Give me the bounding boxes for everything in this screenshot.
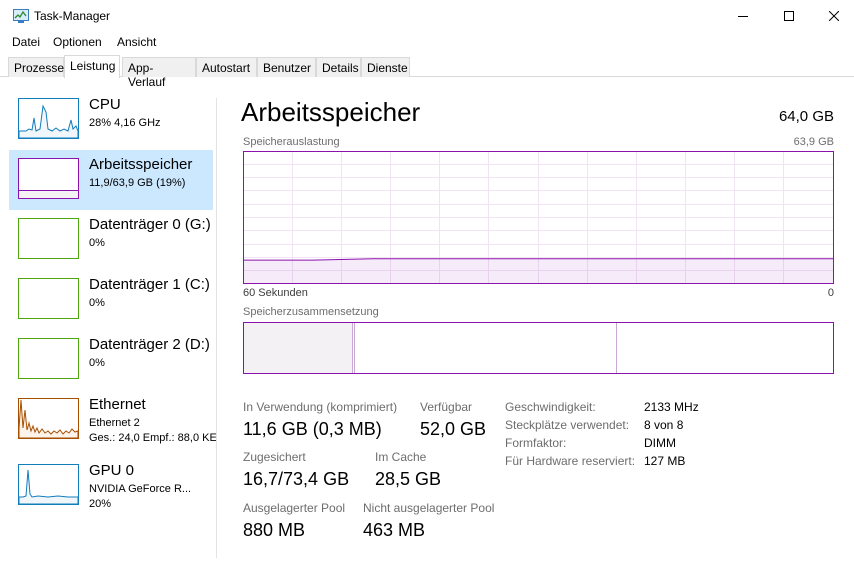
paged-pool-value: 880 MB: [243, 520, 306, 540]
minimize-icon: [738, 16, 748, 17]
sidebar-divider: [216, 98, 217, 558]
sidebar-item-detail: 0%: [89, 237, 105, 249]
sidebar-item-detail-2: 20%: [89, 498, 112, 510]
sidebar-item-detail-2: Ges.: 24,0 Empf.: 88,0 KE: [89, 432, 217, 444]
sidebar: CPU 28% 4,16 GHz Arbeitsspeicher 11,9/63…: [0, 78, 217, 574]
memory-thumbnail: [18, 158, 79, 199]
tab-details[interactable]: Details: [316, 57, 361, 77]
tab-leistung[interactable]: Leistung: [64, 55, 120, 78]
cached-value: 28,5 GB: [375, 469, 442, 489]
graph-time-right: 0: [827, 287, 834, 299]
speed-label: Geschwindigkeit:: [505, 400, 596, 414]
sidebar-item-detail: NVIDIA GeForce R...: [89, 483, 192, 495]
tab-dienste[interactable]: Dienste: [361, 57, 410, 77]
tab-bar: Prozesse Leistung App-Verlauf Autostart …: [0, 55, 854, 89]
tab-benutzer[interactable]: Benutzer: [257, 57, 316, 77]
cached-label: Im Cache: [375, 450, 427, 464]
tab-autostart[interactable]: Autostart: [196, 57, 257, 77]
slots-value: 8 von 8: [644, 418, 684, 432]
close-icon: [829, 11, 839, 21]
sidebar-item-detail: 0%: [89, 357, 105, 369]
sidebar-item-name: Datenträger 0 (G:): [89, 216, 211, 233]
slots-label: Steckplätze verwendet:: [505, 418, 630, 432]
nonpaged-pool-label: Nicht ausgelagerter Pool: [363, 501, 495, 515]
sidebar-item-gpu-0[interactable]: GPU 0 NVIDIA GeForce R... 20%: [9, 456, 213, 516]
sidebar-item-detail: 28% 4,16 GHz: [89, 117, 161, 129]
sidebar-item-arbeitsspeicher[interactable]: Arbeitsspeicher 11,9/63,9 GB (19%): [9, 150, 213, 210]
nonpaged-pool-value: 463 MB: [363, 520, 426, 540]
ethernet-thumbnail: [18, 398, 79, 439]
tab-app-verlauf[interactable]: App-Verlauf: [122, 57, 196, 89]
gpu-thumbnail: [18, 464, 79, 505]
sidebar-item-name: Datenträger 2 (D:): [89, 336, 210, 353]
minimize-button[interactable]: [720, 0, 766, 32]
hardware-reserved-label: Für Hardware reserviert:: [505, 454, 636, 468]
memory-composition-bar: [243, 322, 834, 374]
page-title: Arbeitsspeicher: [241, 97, 421, 127]
available-label: Verfügbar: [420, 400, 473, 414]
paged-pool-label: Ausgelagerter Pool: [243, 501, 346, 515]
tab-prozesse[interactable]: Prozesse: [8, 57, 64, 77]
task-manager-icon: [13, 9, 29, 23]
available-value: 52,0 GB: [420, 419, 487, 439]
window-title: Task-Manager: [34, 9, 111, 23]
sidebar-item-ethernet[interactable]: Ethernet Ethernet 2 Ges.: 24,0 Empf.: 88…: [9, 390, 217, 450]
graph-time-left: 60 Sekunden: [243, 287, 308, 299]
sidebar-item-name: Ethernet: [89, 396, 146, 413]
memory-capacity: 64,0 GB: [778, 108, 834, 125]
usage-graph-max: 63,9 GB: [793, 136, 834, 148]
sidebar-item-datentraeger-0[interactable]: Datenträger 0 (G:) 0%: [9, 210, 213, 270]
speed-value: 2133 MHz: [644, 400, 699, 414]
sidebar-item-detail: 0%: [89, 297, 105, 309]
maximize-button[interactable]: [766, 0, 812, 32]
menu-ansicht[interactable]: Ansicht: [117, 35, 156, 49]
sidebar-item-name: GPU 0: [89, 462, 135, 479]
composition-label: Speicherzusammensetzung: [243, 306, 379, 318]
sidebar-item-detail: Ethernet 2: [89, 417, 140, 429]
committed-label: Zugesichert: [243, 450, 306, 464]
sidebar-item-name: CPU: [89, 96, 121, 113]
disk-thumbnail: [18, 338, 79, 379]
form-factor-label: Formfaktor:: [505, 436, 567, 450]
disk-thumbnail: [18, 278, 79, 319]
menu-optionen[interactable]: Optionen: [53, 35, 102, 49]
sidebar-item-detail: 11,9/63,9 GB (19%): [89, 177, 186, 189]
menu-datei[interactable]: Datei: [12, 35, 40, 49]
menu-bar: Datei Optionen Ansicht: [0, 33, 854, 51]
maximize-icon: [784, 11, 794, 21]
close-button[interactable]: [811, 0, 854, 32]
sidebar-item-cpu[interactable]: CPU 28% 4,16 GHz: [9, 90, 213, 150]
in-use-value: 11,6 GB (0,3 MB): [243, 419, 382, 439]
form-factor-value: DIMM: [644, 436, 676, 450]
sidebar-item-datentraeger-2[interactable]: Datenträger 2 (D:) 0%: [9, 330, 213, 390]
memory-usage-graph: [243, 151, 834, 284]
sidebar-item-name: Datenträger 1 (C:): [89, 276, 210, 293]
in-use-label: In Verwendung (komprimiert): [243, 400, 398, 414]
usage-graph-label: Speicherauslastung: [243, 136, 340, 148]
title-bar: Task-Manager: [0, 0, 854, 32]
memory-usage-area: [244, 258, 833, 284]
committed-value: 16,7/73,4 GB: [243, 469, 350, 489]
sidebar-item-name: Arbeitsspeicher: [89, 156, 193, 173]
cpu-thumbnail: [18, 98, 79, 139]
hardware-reserved-value: 127 MB: [644, 454, 686, 468]
disk-thumbnail: [18, 218, 79, 259]
sidebar-item-datentraeger-1[interactable]: Datenträger 1 (C:) 0%: [9, 270, 213, 330]
in-use-segment: [244, 323, 352, 373]
